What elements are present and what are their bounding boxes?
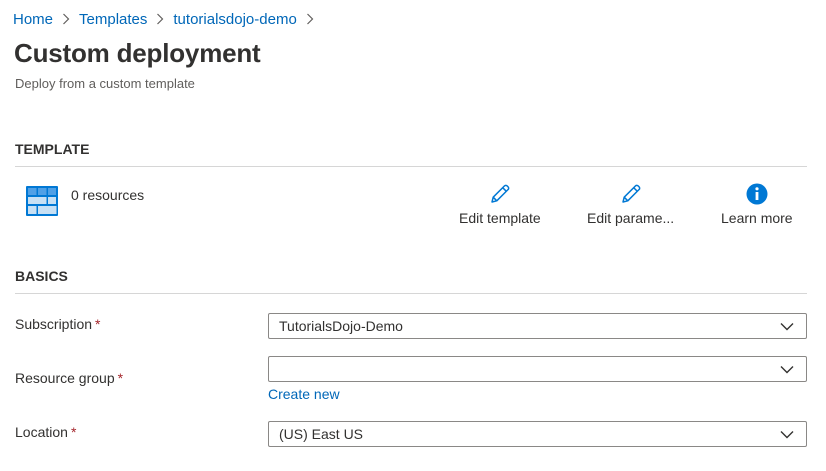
chevron-right-icon (62, 13, 70, 25)
pencil-icon (488, 182, 512, 206)
resources-grid-icon (26, 186, 58, 216)
edit-parameters-label: Edit parame... (587, 210, 675, 226)
page-subtitle: Deploy from a custom template (15, 76, 195, 91)
divider (15, 293, 807, 294)
subscription-dropdown[interactable]: TutorialsDojo-Demo (268, 313, 807, 339)
resource-count: 0 resources (71, 187, 145, 203)
subscription-value: TutorialsDojo-Demo (279, 318, 403, 334)
divider (15, 166, 807, 167)
required-marker: * (95, 316, 101, 332)
create-new-link[interactable]: Create new (268, 386, 340, 402)
edit-parameters-button[interactable]: Edit parame... (587, 182, 674, 226)
subscription-label: Subscription * (15, 316, 101, 332)
chevron-down-icon (780, 323, 794, 331)
location-dropdown[interactable]: (US) East US (268, 421, 807, 447)
location-value: (US) East US (279, 426, 364, 442)
location-label-text: Location (15, 424, 68, 440)
required-marker: * (70, 424, 77, 440)
required-marker: * (117, 370, 124, 386)
subscription-label-text: Subscription (15, 316, 93, 332)
breadcrumb: Home Templates tutorialsdojo-demo (13, 9, 323, 29)
resource-group-label-text: Resource group (15, 370, 115, 386)
chevron-right-icon (306, 13, 314, 25)
edit-template-button[interactable]: Edit template (459, 182, 541, 226)
chevron-down-icon (780, 431, 794, 439)
resource-group-label: Resource group * (15, 370, 123, 386)
learn-more-label: Learn more (721, 210, 793, 226)
pencil-icon (619, 182, 643, 206)
basics-section-heading: BASICS (15, 268, 68, 284)
breadcrumb-template-link[interactable]: tutorialsdojo-demo (173, 11, 296, 28)
location-label: Location * (15, 424, 76, 440)
edit-template-label: Edit template (459, 210, 541, 226)
breadcrumb-home-link[interactable]: Home (13, 11, 53, 28)
learn-more-button[interactable]: Learn more (721, 182, 793, 226)
resource-group-dropdown[interactable] (268, 356, 807, 382)
chevron-right-icon (156, 13, 164, 25)
chevron-down-icon (780, 366, 794, 374)
template-section-heading: TEMPLATE (15, 141, 90, 157)
breadcrumb-templates-link[interactable]: Templates (79, 11, 147, 28)
page-title: Custom deployment (14, 38, 261, 68)
info-icon (745, 182, 769, 206)
